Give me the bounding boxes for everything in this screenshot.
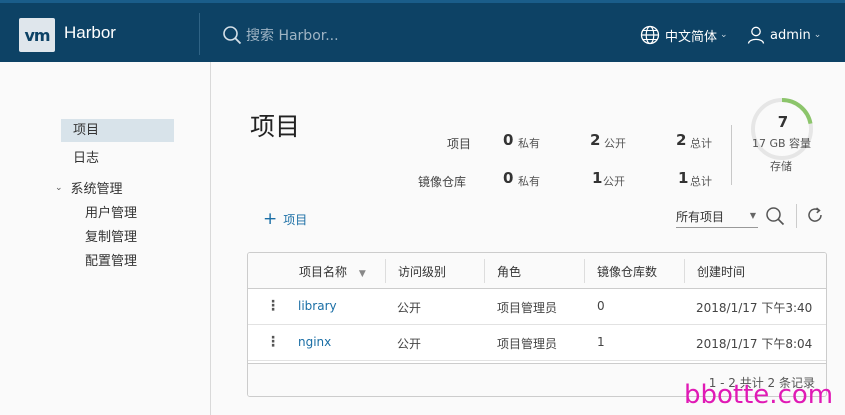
sidebar: 项目 日志 ⌄ 系统管理 用户管理 复制管理 配置管理 (0, 62, 211, 415)
column-divider (484, 259, 485, 283)
sidebar-item-projects[interactable]: 项目 (61, 119, 174, 142)
filter-icon[interactable]: ▼ (359, 269, 366, 279)
stat-projects-public: 2 (590, 131, 601, 149)
table-header: 项目名称 ▼ 访问级别 角色 镜像仓库数 创建时间 (248, 253, 826, 289)
user-name: admin (770, 27, 811, 43)
search-input[interactable] (246, 25, 446, 47)
column-repo-count[interactable]: 镜像仓库数 (597, 263, 657, 280)
stat-unit-total: 总计 (690, 175, 712, 188)
stat-unit-private: 私有 (518, 137, 540, 150)
stat-repos-label: 镜像仓库 (418, 175, 467, 189)
stat-projects-label: 项目 (447, 137, 472, 151)
role: 项目管理员 (497, 301, 558, 315)
project-filter-select[interactable]: 所有项目 ▼ (676, 206, 758, 228)
projects-table: 项目名称 ▼ 访问级别 角色 镜像仓库数 创建时间 ⋮ library 公开 项… (247, 252, 827, 397)
storage-count: 7 (777, 113, 789, 131)
stat-repos-total: 1 (678, 169, 689, 187)
sidebar-item-logs[interactable]: 日志 (61, 147, 174, 170)
access-level: 公开 (397, 301, 422, 315)
stat-repos-private: 0 (503, 169, 514, 187)
chevron-down-icon: ⌄ (55, 182, 63, 193)
toolbar-divider (796, 204, 797, 228)
created-time: 2018/1/17 下午8:04 (696, 337, 813, 351)
table-row: ⋮ nginx 公开 项目管理员 1 2018/1/17 下午8:04 (248, 325, 826, 361)
vm-logo[interactable]: vm (19, 18, 55, 52)
project-name-link[interactable]: nginx (298, 335, 331, 349)
refresh-icon[interactable] (806, 206, 824, 224)
sidebar-item-configuration[interactable]: 配置管理 (85, 250, 137, 269)
stat-projects-total: 2 (676, 131, 687, 149)
repo-count: 0 (597, 299, 605, 313)
column-label: 项目名称 (299, 265, 348, 279)
column-divider (385, 259, 386, 283)
access-level: 公开 (397, 337, 422, 351)
sidebar-group-admin[interactable]: ⌄ 系统管理 (55, 178, 123, 197)
chevron-down-icon: ⌄ (720, 30, 728, 40)
storage-label: 存储 (770, 160, 792, 173)
sidebar-item-replication[interactable]: 复制管理 (85, 226, 137, 245)
language-label: 中文简体 (665, 29, 718, 45)
row-actions-icon[interactable]: ⋮ (266, 298, 280, 314)
top-header: vm Harbor 中文简体 ⌄ admin ⌄ (0, 0, 845, 62)
column-project-name[interactable]: 项目名称 ▼ (299, 263, 366, 280)
watermark-text: bbotte.com (684, 380, 834, 410)
stats-divider (731, 125, 732, 185)
stat-unit-public: 公开 (604, 137, 626, 150)
storage-capacity: 17 GB 容量 (752, 137, 812, 150)
search-icon[interactable] (222, 25, 242, 45)
add-project-button[interactable]: + 项目 (263, 211, 307, 228)
project-name-link[interactable]: library (298, 299, 337, 313)
page-title: 项目 (250, 112, 301, 141)
stat-projects-private: 0 (503, 131, 514, 149)
app-title[interactable]: Harbor (64, 23, 116, 43)
sidebar-item-users[interactable]: 用户管理 (85, 202, 137, 221)
stat-unit-public: 公开 (603, 175, 625, 188)
language-selector[interactable]: 中文简体 ⌄ (640, 24, 728, 46)
repo-count: 1 (597, 335, 605, 349)
user-menu[interactable]: admin ⌄ (746, 24, 821, 46)
created-time: 2018/1/17 下午3:40 (696, 301, 813, 315)
stat-unit-private: 私有 (518, 175, 540, 188)
project-filter-value: 所有项目 (676, 210, 725, 224)
plus-icon: + (263, 209, 278, 229)
user-icon (747, 26, 765, 44)
role: 项目管理员 (497, 337, 558, 351)
stat-unit-total: 总计 (690, 137, 712, 150)
search-icon[interactable] (765, 206, 785, 226)
chevron-down-icon: ⌄ (813, 30, 822, 40)
globe-icon (640, 25, 660, 45)
logo-text: vm (24, 25, 50, 45)
header-divider (199, 13, 200, 55)
column-divider (584, 259, 585, 283)
column-role[interactable]: 角色 (497, 263, 521, 280)
column-created-time[interactable]: 创建时间 (697, 263, 745, 280)
chevron-down-icon: ▼ (749, 211, 756, 220)
table-row: ⋮ library 公开 项目管理员 0 2018/1/17 下午3:40 (248, 289, 826, 325)
column-divider (684, 259, 685, 283)
sidebar-group-label: 系统管理 (70, 182, 123, 197)
row-actions-icon[interactable]: ⋮ (266, 334, 280, 350)
add-project-label: 项目 (283, 213, 308, 227)
stat-repos-public: 1 (592, 169, 603, 187)
column-access-level[interactable]: 访问级别 (398, 263, 446, 280)
